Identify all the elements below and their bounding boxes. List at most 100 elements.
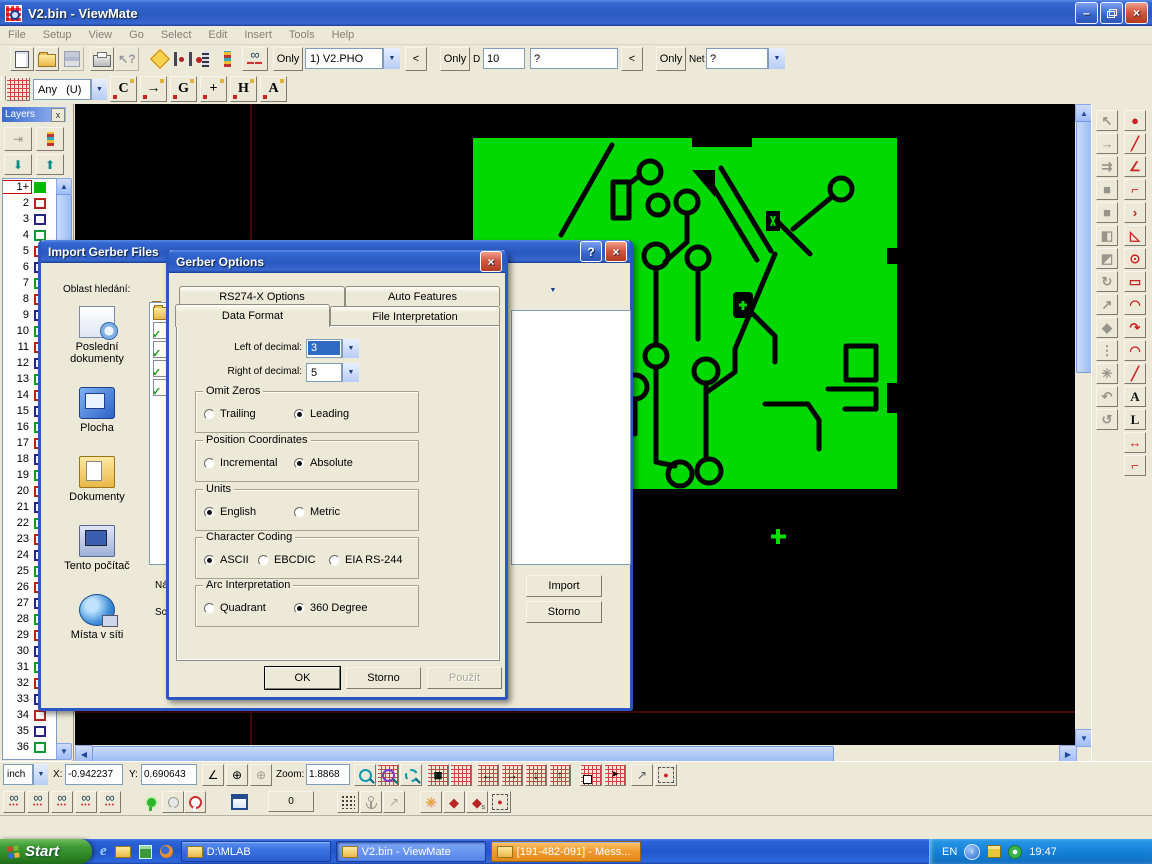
view-setup-button[interactable]: ∞▬▬ <box>242 47 268 71</box>
undo-icon[interactable]: ↶ <box>1096 386 1118 407</box>
start-button[interactable]: Start <box>0 839 92 864</box>
tab-rs274x-options[interactable]: RS274-X Options <box>179 286 345 306</box>
redraw-view-icon[interactable]: ∞••• <box>3 791 25 813</box>
goto-arrow-button[interactable]: → <box>140 76 167 102</box>
select-cursor-icon[interactable]: ↖ <box>1096 110 1118 131</box>
rotate-icon[interactable]: ↻ <box>1096 271 1118 292</box>
menu-item[interactable]: Insert <box>244 29 272 41</box>
only-layer-button[interactable]: Only <box>273 47 303 71</box>
layer-move-up-button[interactable]: ⬆ <box>36 154 64 175</box>
pan-down-icon[interactable]: ↓ <box>525 764 547 786</box>
canvas-hscrollbar[interactable]: ◀ ▶ <box>75 745 1075 761</box>
open-file-button[interactable] <box>35 47 59 71</box>
tab-data-format[interactable]: Data Format <box>175 304 330 327</box>
minimize-button[interactable]: – <box>1075 2 1098 24</box>
places-bar-item[interactable]: Poslední dokumenty <box>51 306 143 365</box>
import-cancel-button[interactable]: Storno <box>526 601 602 623</box>
layer-colors-button[interactable] <box>36 127 64 151</box>
mirror-vertical-icon[interactable]: ◧ <box>1096 225 1118 246</box>
radio-leading[interactable]: Leading <box>294 408 349 420</box>
layer-row[interactable]: 3 <box>3 211 56 227</box>
view-selection-icon[interactable]: ∞••• <box>75 791 97 813</box>
layer-combo-arrow[interactable]: ▼ <box>383 48 400 69</box>
layer-move-down-button[interactable]: ⬇ <box>4 154 32 175</box>
dialog-close-button[interactable]: × <box>605 241 627 262</box>
collapse-tray-button[interactable]: ‹ <box>964 844 980 860</box>
grid-settings-button[interactable] <box>450 764 472 786</box>
places-bar-item[interactable]: Místa v síti <box>51 594 143 641</box>
combo-arrow[interactable]: ▼ <box>342 363 359 382</box>
menu-item[interactable]: File <box>8 29 26 41</box>
tab-auto-features[interactable]: Auto Features <box>345 286 500 306</box>
tile-windows-button[interactable] <box>228 791 250 813</box>
cancel-button[interactable]: Storno <box>346 667 421 689</box>
highlight-h-button[interactable]: H <box>230 76 257 102</box>
layers-scroll-down[interactable]: ▼ <box>56 743 72 760</box>
select-region-button[interactable]: ● <box>655 764 677 786</box>
highlight-on-button[interactable] <box>140 791 162 813</box>
radio-metric[interactable]: Metric <box>294 506 340 518</box>
right-of-decimal-combo[interactable]: 5 <box>306 363 342 382</box>
radio-trailing[interactable]: Trailing <box>204 408 256 420</box>
task-button[interactable]: [191-482-091] - Mess... <box>491 841 641 862</box>
filter-combo-arrow[interactable]: ▼ <box>91 79 107 100</box>
language-indicator[interactable]: EN <box>942 846 957 858</box>
radio-ebcdic[interactable]: EBCDIC <box>258 554 316 566</box>
menu-item[interactable]: Go <box>129 29 144 41</box>
layer-color-swatch[interactable] <box>34 182 46 193</box>
plot-button[interactable] <box>172 47 194 71</box>
layer-color-swatch[interactable] <box>34 198 46 209</box>
radio-eia-rs244[interactable]: EIA RS-244 <box>329 554 402 566</box>
view-all-icon[interactable]: ∞••• <box>27 791 49 813</box>
print-button[interactable] <box>90 47 114 71</box>
radio-ascii[interactable]: ASCII <box>204 554 249 566</box>
angle-measure-button[interactable]: ∠ <box>202 764 224 786</box>
pad-mode-button[interactable]: ◆ <box>443 791 465 813</box>
menu-item[interactable]: Help <box>332 29 355 41</box>
zoom-value-input[interactable]: 1.8868 <box>306 764 350 785</box>
redraw-button[interactable] <box>148 47 172 71</box>
menu-item[interactable]: Setup <box>43 29 72 41</box>
move-feature-icon[interactable]: → <box>1096 133 1118 154</box>
highlight-g-button[interactable]: G <box>170 76 197 102</box>
notes-tray-icon[interactable] <box>987 845 1001 858</box>
radio-english[interactable]: English <box>204 506 256 518</box>
layer-color-swatch[interactable] <box>34 214 46 225</box>
save-file-button[interactable] <box>60 47 84 71</box>
highlight-mode-button[interactable] <box>6 77 30 101</box>
only-net-button[interactable]: Only <box>656 47 686 71</box>
dcode-filter-input[interactable]: ? <box>530 48 618 69</box>
places-bar-item[interactable]: Tento počítač <box>51 525 143 572</box>
context-help-button[interactable]: ↖? <box>115 47 139 71</box>
ie-icon[interactable]: e <box>100 843 107 860</box>
film-color-button[interactable] <box>216 47 238 71</box>
left-of-decimal-combo[interactable]: 3 <box>306 339 342 358</box>
layer-color-swatch[interactable] <box>34 230 46 241</box>
gerber-dialog-title-bar[interactable]: Gerber Options × <box>169 250 505 273</box>
highlight-plus-button[interactable]: + <box>200 76 227 102</box>
grid-toggle-button[interactable]: ▦ <box>427 764 449 786</box>
pan-left-icon[interactable]: ← <box>477 764 499 786</box>
layers-scroll-up[interactable]: ▲ <box>56 178 72 195</box>
layer-row[interactable]: 35 <box>3 723 56 739</box>
zoom-grid-button[interactable] <box>377 764 399 786</box>
unit-combo[interactable]: inch <box>3 764 33 785</box>
radio-absolute[interactable]: Absolute <box>294 457 353 469</box>
prev-dcode-button[interactable]: < <box>621 47 643 71</box>
filled-square-icon[interactable]: ■ <box>1096 179 1118 200</box>
apply-button[interactable]: Použít <box>427 667 502 689</box>
only-dcode-button[interactable]: Only <box>440 47 470 71</box>
layer-row[interactable]: 2 <box>3 195 56 211</box>
layer-color-swatch[interactable] <box>34 742 46 753</box>
lasso-icon[interactable]: ↺ <box>1096 409 1118 430</box>
layer-row[interactable]: 1+ <box>3 179 56 195</box>
pad-select-button[interactable]: ● <box>489 791 511 813</box>
net-combo[interactable]: ? <box>706 48 768 69</box>
layer-jump-button[interactable]: ⇥ <box>4 127 32 151</box>
task-button[interactable]: D:\MLAB <box>181 841 331 862</box>
grid-origin-button[interactable] <box>580 764 602 786</box>
view-film-icon[interactable]: ∞••• <box>51 791 73 813</box>
net-combo-arrow[interactable]: ▼ <box>768 48 785 69</box>
hscroll-thumb[interactable] <box>92 746 834 762</box>
book-icon[interactable] <box>139 845 152 859</box>
